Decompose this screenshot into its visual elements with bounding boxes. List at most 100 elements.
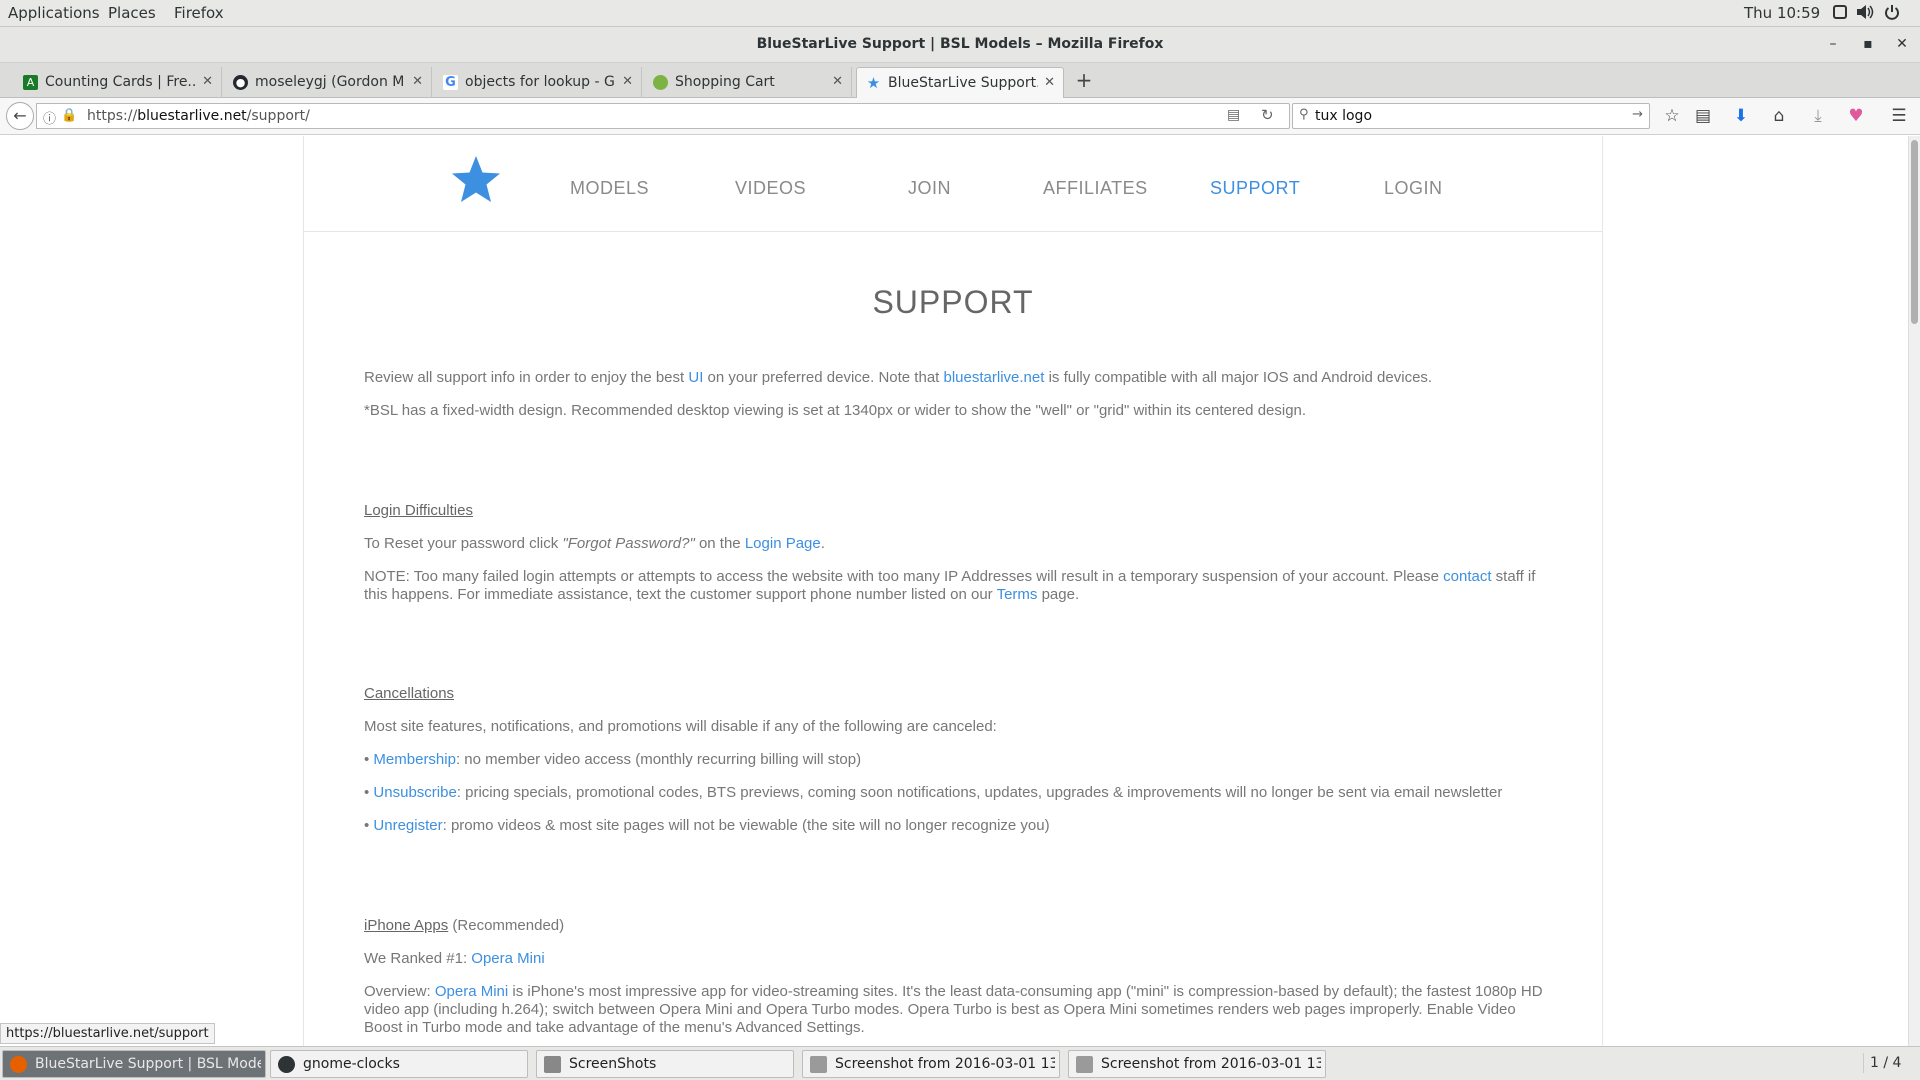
tab-label: Counting Cards | Fre... <box>45 74 195 90</box>
navigation-toolbar: ← ⓘ 🔒 https://bluestarlive.net/support/ … <box>0 98 1920 135</box>
image-viewer-icon <box>1076 1056 1093 1073</box>
task-firefox[interactable]: BlueStarLive Support | BSL Models... <box>2 1050 266 1078</box>
login-note-paragraph: NOTE: Too many failed login attempts or … <box>364 568 1536 603</box>
tab-google[interactable]: G objects for lookup - G... ✕ <box>434 67 642 98</box>
power-icon[interactable] <box>1884 4 1900 24</box>
tab-label: objects for lookup - G... <box>465 74 615 90</box>
bluestar-logo-icon[interactable] <box>450 154 502 206</box>
cancellations-intro: Most site features, notifications, and p… <box>364 718 997 735</box>
tab-shopping-cart[interactable]: Shopping Cart ✕ <box>644 67 852 98</box>
unsubscribe-link[interactable]: Unsubscribe <box>373 784 456 801</box>
opera-mini-link[interactable]: Opera Mini <box>471 950 544 967</box>
url-text[interactable]: https://bluestarlive.net/support/ <box>87 108 310 124</box>
bookmarks-menu-icon[interactable]: ▤ <box>1692 106 1714 128</box>
search-go-icon[interactable]: → <box>1632 107 1643 122</box>
tab-counting-cards[interactable]: A Counting Cards | Fre... ✕ <box>14 67 222 98</box>
task-screenshot-1[interactable]: Screenshot from 2016-03-01 13-0... <box>802 1050 1060 1078</box>
places-menu[interactable]: Places <box>108 4 156 22</box>
close-window-icon[interactable]: ✕ <box>1892 34 1912 54</box>
google-icon: G <box>443 75 458 90</box>
status-url-tooltip: https://bluestarlive.net/support <box>0 1023 215 1044</box>
download-arrow-icon[interactable]: ⬇ <box>1730 106 1752 128</box>
lock-icon[interactable]: 🔒 <box>61 108 77 123</box>
close-tab-icon[interactable]: ✕ <box>202 74 213 89</box>
iphone-apps-heading: iPhone Apps <box>364 917 449 934</box>
tab-github[interactable]: ● moseleygj (Gordon M... ✕ <box>224 67 432 98</box>
window-title: BlueStarLive Support | BSL Models – Mozi… <box>756 36 1164 52</box>
downloads-icon[interactable]: ⤓ <box>1807 106 1829 128</box>
close-tab-icon[interactable]: ✕ <box>832 74 843 89</box>
fixed-width-note: *BSL has a fixed-width design. Recommend… <box>364 402 1307 419</box>
search-input[interactable]: tux logo <box>1315 108 1372 124</box>
workspace-indicator[interactable]: 1 / 4 <box>1863 1053 1907 1073</box>
page-title: SUPPORT <box>872 284 1034 320</box>
tab-strip: A Counting Cards | Fre... ✕ ● moseleygj … <box>0 63 1920 98</box>
ranked-paragraph: We Ranked #1: Opera Mini <box>364 950 545 967</box>
star-favicon: ★ <box>866 74 881 92</box>
shopping-cart-favicon <box>653 75 668 90</box>
task-screenshots-folder[interactable]: ScreenShots <box>536 1050 794 1078</box>
window-title-bar: BlueStarLive Support | BSL Models – Mozi… <box>0 27 1920 63</box>
contact-link[interactable]: contact <box>1443 568 1491 585</box>
home-icon[interactable]: ⌂ <box>1768 106 1790 128</box>
nav-videos[interactable]: VIDEOS <box>735 178 806 199</box>
login-page-link[interactable]: Login Page <box>745 535 821 552</box>
folder-icon <box>544 1056 561 1073</box>
clock[interactable]: Thu 10:59 <box>1744 4 1820 22</box>
bluestarlive-link[interactable]: bluestarlive.net <box>944 369 1045 386</box>
site-container: MODELS VIDEOS JOIN AFFILIATES SUPPORT LO… <box>303 136 1603 1046</box>
pocket-icon[interactable]: ♥ <box>1845 106 1867 128</box>
opera-mini-overview-link[interactable]: Opera Mini <box>435 983 508 1000</box>
scrollbar-thumb[interactable] <box>1911 140 1918 324</box>
close-tab-icon[interactable]: ✕ <box>1044 75 1055 90</box>
applications-menu[interactable]: Applications <box>8 4 100 22</box>
back-button[interactable]: ← <box>6 102 34 130</box>
unregister-link[interactable]: Unregister <box>373 817 442 834</box>
nav-models[interactable]: MODELS <box>570 178 649 199</box>
tab-label: BlueStarLive Support... <box>888 75 1038 91</box>
info-icon[interactable]: ⓘ <box>43 108 56 127</box>
close-tab-icon[interactable]: ✕ <box>412 74 423 89</box>
terms-link[interactable]: Terms <box>997 586 1038 603</box>
window-list-taskbar: BlueStarLive Support | BSL Models... gno… <box>0 1046 1920 1080</box>
nav-support[interactable]: SUPPORT <box>1210 178 1300 199</box>
list-item: • Unsubscribe: pricing specials, promoti… <box>364 784 1503 801</box>
bookmark-star-icon[interactable]: ☆ <box>1661 106 1683 128</box>
task-screenshot-2[interactable]: Screenshot from 2016-03-01 13-3... <box>1068 1050 1326 1078</box>
ui-link[interactable]: UI <box>688 369 703 386</box>
page-scrollbar[interactable] <box>1908 136 1920 1046</box>
tab-bluestarlive-support[interactable]: ★ BlueStarLive Support... ✕ <box>856 67 1064 98</box>
close-tab-icon[interactable]: ✕ <box>622 74 633 89</box>
reload-icon[interactable]: ↻ <box>1261 106 1274 124</box>
clock-icon <box>278 1056 295 1073</box>
url-bar[interactable]: ⓘ 🔒 https://bluestarlive.net/support/ ▤ … <box>36 103 1290 129</box>
site-navigation: MODELS VIDEOS JOIN AFFILIATES SUPPORT LO… <box>304 136 1602 232</box>
reader-view-icon[interactable]: ▤ <box>1227 107 1240 123</box>
screenshot-icon[interactable] <box>1832 4 1848 24</box>
new-tab-button[interactable]: + <box>1071 67 1097 95</box>
cancellations-heading: Cancellations <box>364 685 455 702</box>
firefox-menu[interactable]: Firefox <box>174 4 224 22</box>
firefox-icon <box>10 1056 27 1073</box>
list-item: • Unregister: promo videos & most site p… <box>364 817 1050 834</box>
tab-label: moseleygj (Gordon M... <box>255 74 405 90</box>
nav-affiliates[interactable]: AFFILIATES <box>1043 178 1148 199</box>
intro-paragraph: Review all support info in order to enjo… <box>364 369 1433 386</box>
maximize-icon[interactable]: ▪ <box>1858 34 1878 54</box>
search-icon: ⚲ <box>1299 107 1309 122</box>
tab-label: Shopping Cart <box>675 74 775 90</box>
nav-login[interactable]: LOGIN <box>1384 178 1443 199</box>
search-bar[interactable]: ⚲ tux logo → <box>1292 103 1650 129</box>
login-difficulties-heading: Login Difficulties <box>364 502 473 519</box>
overview-paragraph: Overview: Opera Mini is iPhone's most im… <box>364 983 1543 1036</box>
nav-join[interactable]: JOIN <box>908 178 951 199</box>
volume-icon[interactable] <box>1856 4 1874 24</box>
minimize-icon[interactable]: – <box>1823 34 1843 54</box>
counting-cards-favicon: A <box>23 75 38 90</box>
image-viewer-icon <box>810 1056 827 1073</box>
gnome-top-bar: Applications Places Firefox Thu 10:59 <box>0 0 1920 27</box>
membership-link[interactable]: Membership <box>373 751 456 768</box>
hamburger-menu-icon[interactable]: ☰ <box>1888 106 1910 128</box>
task-gnome-clocks[interactable]: gnome-clocks <box>270 1050 528 1078</box>
github-icon: ● <box>233 75 248 90</box>
